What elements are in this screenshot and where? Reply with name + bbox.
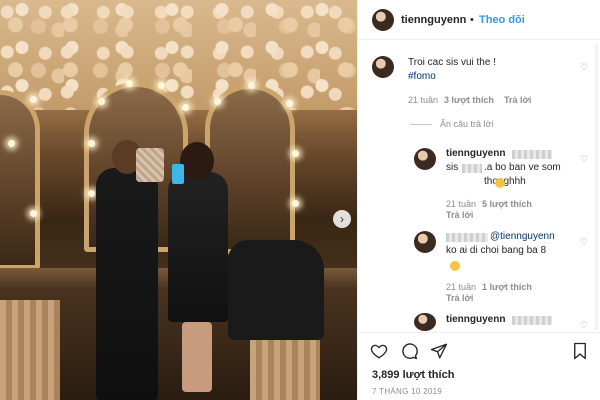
jacket-on-chair [228,240,324,340]
comment-likes[interactable]: 5 lượt thích [482,199,532,209]
follow-button[interactable]: Theo dõi [479,14,525,26]
vanity-bulb [292,150,299,157]
chevron-right-icon: › [340,212,344,226]
likes-count[interactable]: 3,899 lượt thích [372,369,454,381]
heart-icon[interactable]: ♡ [580,62,588,73]
reply-button[interactable]: Trả lời [446,210,473,220]
post-date: 7 THÁNG 10 2019 [372,387,443,396]
comment-age: 21 tuần [446,282,477,292]
chair-drape [0,300,60,400]
vanity-bulb [182,104,189,111]
reply-mention[interactable]: @tiennguyenn [490,230,555,244]
heart-icon[interactable]: ♡ [580,320,588,331]
reply-button[interactable]: Trả lời [446,293,473,303]
separator-dot: • [470,14,474,26]
vanity-bulb [30,210,37,217]
vanity-bulb [158,82,165,89]
vanity-bulb [88,190,95,197]
post-header: tiennguyenn • Theo dõi [358,0,600,40]
reply-username[interactable]: tiennguyenn [446,147,505,161]
avatar[interactable] [414,231,436,253]
phone-icon [172,164,184,184]
next-photo-button[interactable]: › [333,210,351,228]
reply-text: ko ai di choi bang ba 8 [446,245,547,256]
comment-age: 21 tuần [408,95,439,105]
redacted-text [446,233,488,242]
vanity-bulb [214,98,221,105]
vanity-bulb [286,100,293,107]
avatar[interactable] [372,56,394,78]
flower-wall [0,0,357,110]
mirror-left [0,90,40,270]
redacted-text [512,150,552,159]
vanity-bulb [126,80,133,87]
face-blur [136,148,164,182]
header-username[interactable]: tiennguyenn [401,14,466,26]
caption-hashtag[interactable]: #fomo [408,70,436,84]
redacted-text [512,316,552,325]
comment-icon[interactable] [400,342,418,360]
reply-text-prefix: sis [446,162,459,173]
comment-likes[interactable]: 3 lượt thích [444,95,494,105]
hide-replies-button[interactable]: Ẩn câu trả lời [440,119,493,129]
heart-icon[interactable]: ♡ [580,154,588,165]
vanity-bulb [30,96,37,103]
comment-age: 21 tuần [446,199,477,209]
laughing-emoji-icon [450,261,460,271]
reply-button[interactable]: Trả lời [504,95,531,105]
post-actions: 3,899 lượt thích 7 THÁNG 10 2019 [358,332,600,400]
post-side-panel: tiennguyenn • Theo dõi Troi cac sis vui … [357,0,600,400]
vanity-bulb [8,140,15,147]
bookmark-icon[interactable] [571,342,589,360]
vanity-bulb [88,140,95,147]
caption-text: Troi cac sis vui the ! [408,57,496,68]
reply-username[interactable]: tiennguyenn [446,313,505,327]
vanity-bulb [98,98,105,105]
comment-likes[interactable]: 1 lượt thích [482,282,532,292]
redacted-text [462,164,482,173]
person-legs [182,322,212,392]
vanity-bulb [248,82,255,89]
person-head [180,142,214,180]
heart-icon[interactable]: ♡ [580,237,588,248]
avatar[interactable] [372,9,394,31]
heart-icon[interactable] [370,342,388,360]
vanity-bulb [292,200,299,207]
divider-line [410,124,432,125]
person-right [168,142,228,392]
laughing-emoji-icon [495,178,505,188]
avatar[interactable] [414,313,436,331]
share-icon[interactable] [430,342,448,360]
post-photo[interactable]: › [0,0,357,400]
comments-scrollbar[interactable] [595,44,598,330]
person-left [96,140,158,400]
avatar[interactable] [414,148,436,170]
